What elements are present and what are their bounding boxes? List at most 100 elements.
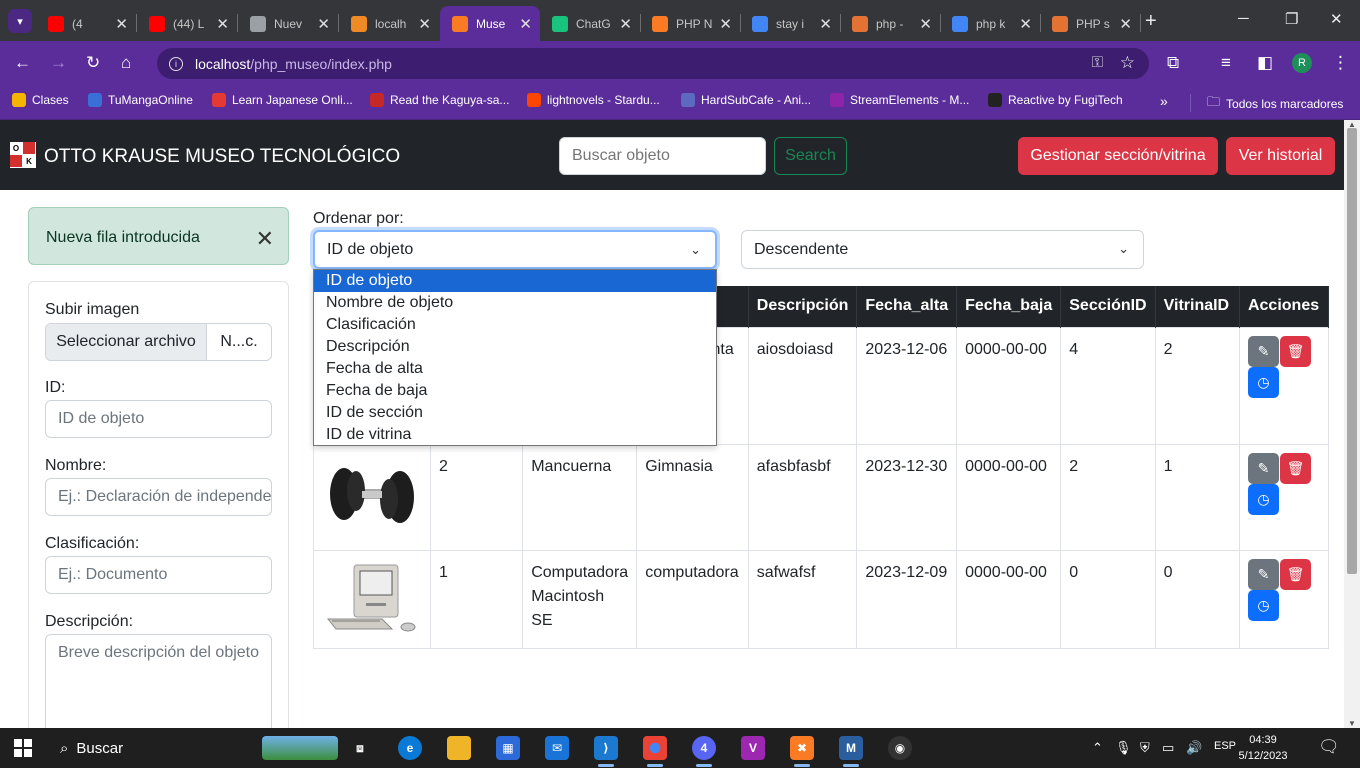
search-button[interactable]: Search bbox=[774, 137, 847, 175]
close-tab-icon[interactable]: ✕ bbox=[115, 15, 128, 33]
file-input[interactable]: Seleccionar archivo N...c. bbox=[45, 323, 272, 361]
new-tab-button[interactable]: + bbox=[1145, 10, 1157, 33]
close-tab-icon[interactable]: ✕ bbox=[216, 15, 229, 33]
edit-button[interactable]: ✎ bbox=[1247, 558, 1279, 590]
taskbar-search[interactable]: ⌕ Buscar bbox=[60, 740, 123, 757]
restore-button[interactable]: ❐ bbox=[1285, 10, 1298, 28]
forward-icon[interactable]: → bbox=[50, 53, 67, 73]
more-bookmarks-icon[interactable]: » bbox=[1160, 93, 1168, 109]
sort-option[interactable]: Descripción bbox=[314, 336, 716, 358]
scroll-down-icon[interactable]: ▼ bbox=[1348, 719, 1356, 728]
bookmark-item[interactable]: StreamElements - M... bbox=[830, 93, 969, 107]
site-brand[interactable]: OTTO KRAUSE MUSEO TECNOLÓGICO bbox=[44, 146, 400, 168]
mail-icon[interactable]: ✉ bbox=[545, 736, 569, 760]
sort-option[interactable]: ID de sección bbox=[314, 402, 716, 424]
sort-option[interactable]: Nombre de objeto bbox=[314, 292, 716, 314]
close-icon[interactable]: ✕ bbox=[256, 226, 274, 252]
classification-field[interactable]: Ej.: Documento bbox=[45, 556, 272, 594]
back-icon[interactable]: ← bbox=[14, 53, 31, 73]
sort-option[interactable]: Fecha de alta bbox=[314, 358, 716, 380]
microphone-icon[interactable]: 🎙 bbox=[1115, 740, 1132, 756]
history-button[interactable]: ◷ bbox=[1247, 483, 1279, 515]
history-button[interactable]: ◷ bbox=[1247, 589, 1279, 621]
delete-button[interactable]: 🗑 bbox=[1279, 452, 1311, 484]
delete-button[interactable]: 🗑 bbox=[1279, 335, 1311, 367]
browser-tab[interactable]: localh ✕ bbox=[339, 6, 439, 41]
home-icon[interactable]: ⌂ bbox=[121, 53, 131, 73]
browser-tab[interactable]: stay i ✕ bbox=[740, 6, 840, 41]
network-icon[interactable]: ▭ bbox=[1162, 740, 1174, 756]
browser-tab[interactable]: ChatG ✕ bbox=[540, 6, 640, 41]
browser-tab[interactable]: PHP N ✕ bbox=[640, 6, 740, 41]
close-window-button[interactable]: ✕ bbox=[1330, 10, 1343, 28]
browser-tab[interactable]: Muse ✕ bbox=[440, 6, 540, 41]
browser-tab[interactable]: PHP s ✕ bbox=[1040, 6, 1140, 41]
scrollbar-thumb[interactable] bbox=[1347, 128, 1357, 574]
media-control-icon[interactable]: ≡ bbox=[1221, 53, 1231, 73]
close-tab-icon[interactable]: ✕ bbox=[317, 15, 330, 33]
windows-start-icon[interactable] bbox=[14, 739, 32, 757]
history-button[interactable]: ◷ bbox=[1247, 366, 1279, 398]
site-info-icon[interactable]: i bbox=[169, 56, 183, 71]
close-tab-icon[interactable]: ✕ bbox=[519, 15, 532, 33]
edit-button[interactable]: ✎ bbox=[1247, 452, 1279, 484]
minimize-button[interactable]: ─ bbox=[1238, 10, 1249, 27]
obs-icon[interactable]: ◉ bbox=[888, 736, 912, 760]
bookmark-item[interactable]: HardSubCafe - Ani... bbox=[681, 93, 811, 107]
mysql-workbench-icon[interactable]: M bbox=[839, 736, 863, 767]
profile-avatar[interactable]: R bbox=[1292, 53, 1312, 73]
file-explorer-icon[interactable] bbox=[447, 736, 471, 760]
language-indicator[interactable]: ESP bbox=[1214, 740, 1236, 752]
notifications-icon[interactable]: 🗨 bbox=[1318, 737, 1340, 757]
sort-option[interactable]: Clasificación bbox=[314, 314, 716, 336]
sort-option[interactable]: ID de vitrina bbox=[314, 424, 716, 446]
browser-tab[interactable]: Nuev ✕ bbox=[238, 6, 338, 41]
close-tab-icon[interactable]: ✕ bbox=[418, 15, 431, 33]
browser-tab[interactable]: (44) L ✕ bbox=[137, 6, 237, 41]
task-view-icon[interactable]: ⧈ bbox=[348, 736, 372, 760]
browser-tab[interactable]: php - ✕ bbox=[840, 6, 940, 41]
side-panel-icon[interactable]: ◧ bbox=[1257, 53, 1273, 73]
extensions-icon[interactable]: ⧉ bbox=[1167, 53, 1179, 73]
close-tab-icon[interactable]: ✕ bbox=[919, 15, 932, 33]
description-field[interactable]: Breve descripción del objeto bbox=[45, 634, 272, 728]
search-input[interactable] bbox=[559, 137, 766, 175]
page-scrollbar[interactable]: ▲ ▼ bbox=[1344, 120, 1360, 728]
close-tab-icon[interactable]: ✕ bbox=[1119, 15, 1132, 33]
tray-chevron-icon[interactable]: ⌃ bbox=[1092, 740, 1103, 756]
edge-icon[interactable]: e bbox=[398, 736, 422, 760]
browser-tab[interactable]: (4 ✕ bbox=[36, 6, 136, 41]
close-tab-icon[interactable]: ✕ bbox=[719, 15, 732, 33]
address-bar[interactable]: i localhost/php_museo/index.php ⚿ ☆ bbox=[157, 48, 1149, 79]
vivaldi-icon[interactable]: V bbox=[741, 736, 765, 760]
view-history-button[interactable]: Ver historial bbox=[1226, 137, 1335, 175]
browser-tab[interactable]: php k ✕ bbox=[940, 6, 1040, 41]
search-highlight-icon[interactable] bbox=[262, 736, 338, 760]
discord-icon[interactable]: 4 bbox=[692, 736, 716, 767]
choose-file-button[interactable]: Seleccionar archivo bbox=[46, 324, 207, 360]
system-clock[interactable]: 04:39 5/12/2023 bbox=[1238, 732, 1288, 764]
bookmark-item[interactable]: Clases bbox=[12, 93, 69, 107]
volume-icon[interactable]: 🔊 bbox=[1186, 740, 1202, 756]
close-tab-icon[interactable]: ✕ bbox=[619, 15, 632, 33]
sort-option[interactable]: ID de objeto bbox=[314, 270, 716, 292]
password-key-icon[interactable]: ⚿ bbox=[1092, 54, 1103, 71]
manage-section-button[interactable]: Gestionar sección/vitrina bbox=[1018, 137, 1218, 175]
edit-button[interactable]: ✎ bbox=[1247, 335, 1279, 367]
bookmark-star-icon[interactable]: ☆ bbox=[1120, 53, 1135, 73]
chrome-menu-icon[interactable]: ⋮ bbox=[1332, 53, 1349, 73]
chrome-icon[interactable] bbox=[643, 736, 667, 767]
security-icon[interactable]: ⛨ bbox=[1140, 740, 1150, 756]
close-tab-icon[interactable]: ✕ bbox=[1019, 15, 1032, 33]
bookmark-item[interactable]: Learn Japanese Onli... bbox=[212, 93, 353, 107]
close-tab-icon[interactable]: ✕ bbox=[819, 15, 832, 33]
xampp-icon[interactable]: ✖ bbox=[790, 736, 814, 767]
bookmark-item[interactable]: Read the Kaguya-sa... bbox=[370, 93, 509, 107]
microsoft-store-icon[interactable]: ▦ bbox=[496, 736, 520, 760]
tab-search-button[interactable]: ▾ bbox=[8, 9, 32, 33]
vscode-icon[interactable]: ⟩ bbox=[594, 736, 618, 767]
sort-option[interactable]: Fecha de baja bbox=[314, 380, 716, 402]
bookmark-item[interactable]: lightnovels - Stardu... bbox=[527, 93, 660, 107]
sort-direction-select[interactable]: Descendente ⌄ bbox=[741, 230, 1144, 269]
bookmark-item[interactable]: Reactive by FugiTech bbox=[988, 93, 1123, 107]
